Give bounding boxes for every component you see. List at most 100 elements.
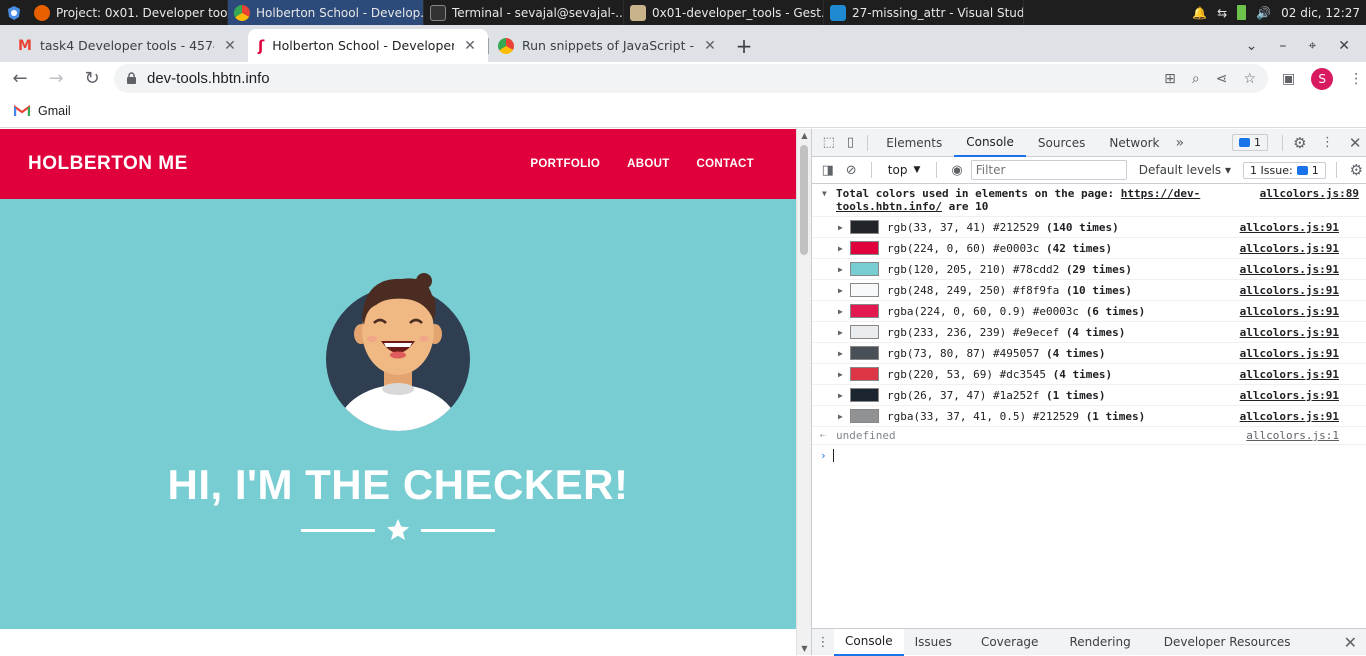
url-text[interactable]: dev-tools.hbtn.info <box>147 70 1154 87</box>
color-swatch[interactable] <box>850 283 879 297</box>
new-tab-button[interactable]: + <box>728 29 760 62</box>
expand-triangle-icon[interactable]: ▶ <box>838 265 850 274</box>
log-levels-dropdown[interactable]: Default levels ▾ <box>1131 163 1239 177</box>
maximize-icon[interactable]: ⌖ <box>1308 38 1316 54</box>
color-swatch[interactable] <box>850 220 879 234</box>
translate-icon[interactable]: ⊞ <box>1164 71 1176 87</box>
source-link[interactable]: allcolors.js:91 <box>1230 221 1339 234</box>
inspect-element-icon[interactable]: ⬚ <box>818 132 840 154</box>
zoom-icon[interactable]: ⌕ <box>1192 71 1200 87</box>
sidebar-toggle-icon[interactable]: ◨ <box>818 159 837 181</box>
console-color-row[interactable]: ▶ rgb(248, 249, 250) #f8f9fa (10 times) al… <box>812 280 1366 301</box>
volume-icon[interactable]: 🔊 <box>1256 6 1271 20</box>
collapse-triangle-icon[interactable]: ▼ <box>822 187 836 213</box>
lock-icon[interactable] <box>126 72 137 85</box>
chrome-menu-icon[interactable]: ⋮ <box>1349 71 1363 87</box>
expand-triangle-icon[interactable]: ▶ <box>838 307 850 316</box>
tab-search-icon[interactable]: ⌄ <box>1246 38 1258 54</box>
tab-elements[interactable]: Elements <box>874 129 954 157</box>
share-icon[interactable]: ⋖ <box>1216 71 1228 87</box>
source-link[interactable]: allcolors.js:91 <box>1230 410 1339 423</box>
nav-link-portfolio[interactable]: PORTFOLIO <box>530 158 600 170</box>
console-prompt[interactable]: › <box>812 445 1366 465</box>
source-link[interactable]: allcolors.js:91 <box>1230 305 1339 318</box>
tab-close-icon[interactable]: ✕ <box>462 38 478 54</box>
color-swatch[interactable] <box>850 304 879 318</box>
side-panel-icon[interactable]: ▣ <box>1282 71 1295 87</box>
source-link[interactable]: allcolors.js:91 <box>1230 284 1339 297</box>
taskbar-item-terminal[interactable]: Terminal - sevajal@sevajal-... <box>424 0 624 25</box>
bookmark-gmail[interactable]: Gmail <box>38 104 71 118</box>
source-link[interactable]: allcolors.js:91 <box>1230 326 1339 339</box>
drawer-tab-issues[interactable]: Issues <box>904 629 963 656</box>
browser-tab-snippets[interactable]: Run snippets of JavaScript - Chr ✕ <box>488 29 728 62</box>
scroll-down-icon[interactable]: ▼ <box>797 644 812 653</box>
app-launcher-icon[interactable] <box>0 0 28 25</box>
context-selector[interactable]: top ▼ <box>882 163 927 177</box>
bookmark-star-icon[interactable]: ☆ <box>1243 71 1256 87</box>
console-color-row[interactable]: ▶ rgb(220, 53, 69) #dc3545 (4 times) allco… <box>812 364 1366 385</box>
color-swatch[interactable] <box>850 409 879 423</box>
scrollbar-thumb[interactable] <box>800 145 808 255</box>
source-link[interactable]: allcolors.js:91 <box>1230 263 1339 276</box>
color-swatch[interactable] <box>850 367 879 381</box>
source-link[interactable]: allcolors.js:1 <box>1236 429 1339 442</box>
source-link[interactable]: allcolors.js:91 <box>1230 389 1339 402</box>
close-window-icon[interactable]: ✕ <box>1338 38 1350 54</box>
network-icon[interactable]: ⇆ <box>1217 6 1227 20</box>
nav-link-contact[interactable]: CONTACT <box>697 158 754 170</box>
source-link[interactable]: allcolors.js:91 <box>1230 347 1339 360</box>
source-link[interactable]: allcolors.js:91 <box>1230 242 1339 255</box>
console-color-row[interactable]: ▶ rgb(233, 236, 239) #e9ecef (4 times) all… <box>812 322 1366 343</box>
color-swatch[interactable] <box>850 262 879 276</box>
expand-triangle-icon[interactable]: ▶ <box>838 286 850 295</box>
expand-triangle-icon[interactable]: ▶ <box>838 244 850 253</box>
browser-tab-holberton[interactable]: ʃ Holberton School - Developer to ✕ <box>248 29 488 62</box>
tab-sources[interactable]: Sources <box>1026 129 1097 157</box>
drawer-tab-console[interactable]: Console <box>834 628 904 656</box>
console-group-header[interactable]: ▼ Total colors used in elements on the p… <box>812 185 1366 217</box>
battery-icon[interactable] <box>1237 5 1247 20</box>
clock[interactable]: 02 dic, 12:27 <box>1281 6 1360 20</box>
nav-link-about[interactable]: ABOUT <box>627 158 669 170</box>
browser-tab-gmail[interactable]: M task4 Developer tools - 4574@h ✕ <box>8 29 248 62</box>
minimize-icon[interactable]: – <box>1279 38 1286 54</box>
messages-badge[interactable]: 1 <box>1232 134 1269 151</box>
console-settings-gear-icon[interactable]: ⚙ <box>1347 159 1366 181</box>
expand-triangle-icon[interactable]: ▶ <box>838 391 850 400</box>
drawer-tab-coverage[interactable]: Coverage <box>963 629 1050 656</box>
console-color-row[interactable]: ▶ rgb(120, 205, 210) #78cdd2 (29 times) al… <box>812 259 1366 280</box>
taskbar-item-files[interactable]: 0x01-developer_tools - Gest... <box>624 0 824 25</box>
color-swatch[interactable] <box>850 241 879 255</box>
expand-triangle-icon[interactable]: ▶ <box>838 370 850 379</box>
drawer-tab-developer-resources[interactable]: Developer Resources <box>1142 629 1302 656</box>
drawer-tab-rendering[interactable]: Rendering <box>1049 629 1141 656</box>
tab-console[interactable]: Console <box>954 129 1026 157</box>
live-expression-eye-icon[interactable]: ◉ <box>947 159 966 181</box>
color-swatch[interactable] <box>850 346 879 360</box>
console-color-row[interactable]: ▶ rgb(33, 37, 41) #212529 (140 times) allc… <box>812 217 1366 238</box>
page-scrollbar[interactable]: ▲ ▼ <box>796 129 811 655</box>
expand-triangle-icon[interactable]: ▶ <box>838 328 850 337</box>
source-link[interactable]: allcolors.js:89 <box>1250 187 1359 213</box>
console-color-row[interactable]: ▶ rgba(224, 0, 60, 0.9) #e0003c (6 times)… <box>812 301 1366 322</box>
tab-close-icon[interactable]: ✕ <box>702 38 718 54</box>
scroll-up-icon[interactable]: ▲ <box>797 131 812 140</box>
tab-network[interactable]: Network <box>1097 129 1171 157</box>
expand-triangle-icon[interactable]: ▶ <box>838 412 850 421</box>
clear-console-icon[interactable]: ⊘ <box>841 159 860 181</box>
close-drawer-icon[interactable]: ✕ <box>1344 633 1366 652</box>
source-link[interactable]: allcolors.js:91 <box>1230 368 1339 381</box>
address-bar[interactable]: dev-tools.hbtn.info ⊞ ⌕ ⋖ ☆ <box>114 64 1268 93</box>
console-color-row[interactable]: ▶ rgba(33, 37, 41, 0.5) #212529 (1 times)… <box>812 406 1366 427</box>
profile-avatar[interactable]: S <box>1311 67 1334 90</box>
expand-triangle-icon[interactable]: ▶ <box>838 223 850 232</box>
back-arrow-icon[interactable]: ← <box>4 63 36 95</box>
console-color-row[interactable]: ▶ rgb(26, 37, 47) #1a252f (1 times) allcol… <box>812 385 1366 406</box>
color-swatch[interactable] <box>850 388 879 402</box>
expand-triangle-icon[interactable]: ▶ <box>838 349 850 358</box>
more-tabs-button[interactable]: » <box>1171 129 1188 157</box>
reload-icon[interactable]: ↻ <box>76 63 108 95</box>
device-toolbar-icon[interactable]: ▯ <box>840 132 862 154</box>
settings-gear-icon[interactable]: ⚙ <box>1289 132 1311 154</box>
